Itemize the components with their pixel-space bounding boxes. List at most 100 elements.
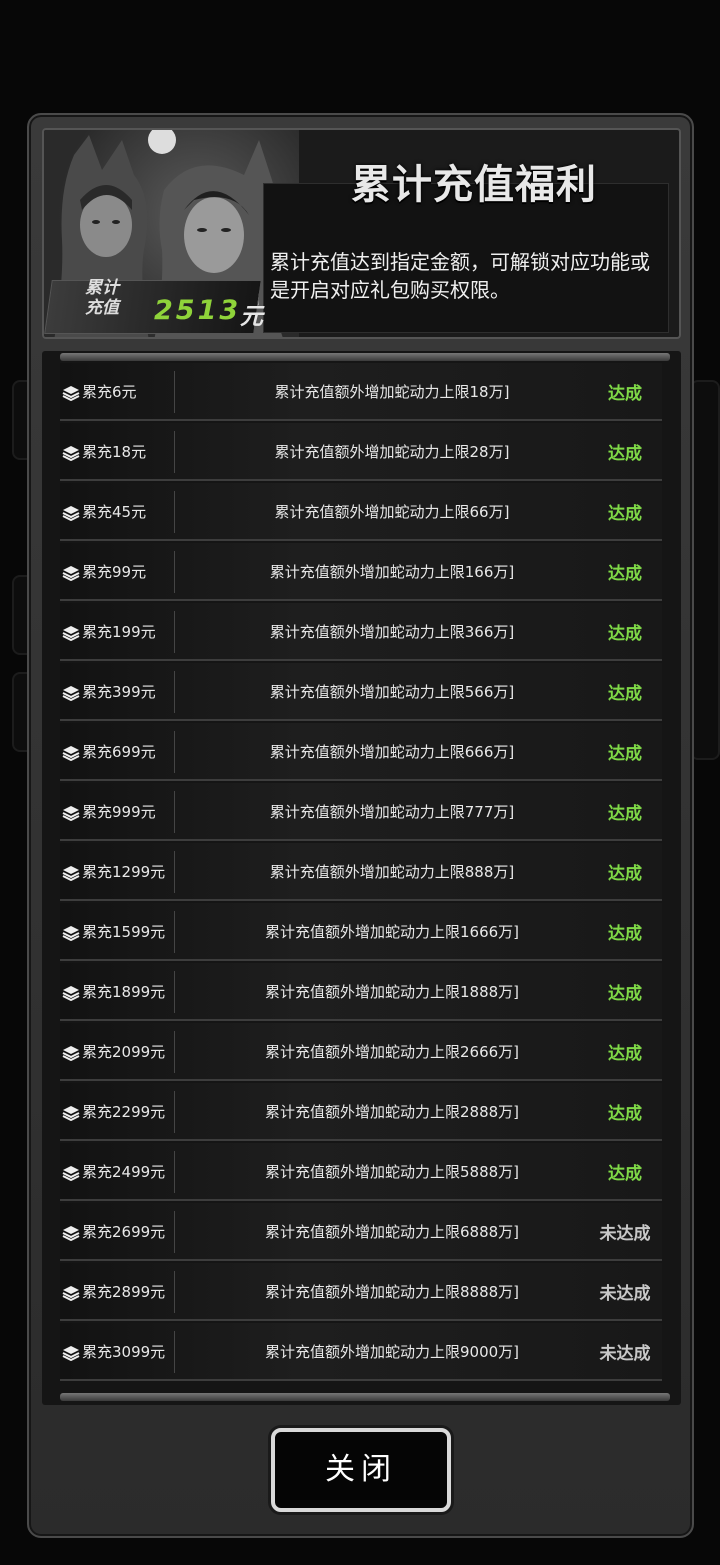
close-button[interactable]: 关闭 <box>271 1428 451 1512</box>
tier-reward: 累计充值额外增加蛇动力上限366万] <box>269 623 515 641</box>
tier-threshold: 累充399元 <box>82 683 156 701</box>
tier-threshold: 累充6元 <box>82 383 137 401</box>
page-title: 累计充值福利 <box>351 162 597 208</box>
tier-row: 累充199元 累计充值额外增加蛇动力上限366万] 达成 <box>60 603 662 661</box>
row-separator <box>174 1211 175 1253</box>
row-separator <box>174 551 175 593</box>
tier-reward: 累计充值额外增加蛇动力上限166万] <box>269 563 515 581</box>
tier-row: 累充2699元 累计充值额外增加蛇动力上限6888万] 未达成 <box>60 1203 662 1261</box>
tier-status: 达成 <box>608 504 642 524</box>
tier-status: 达成 <box>608 924 642 944</box>
tier-row: 累充2499元 累计充值额外增加蛇动力上限5888万] 达成 <box>60 1143 662 1201</box>
total-recharge-value: 2513 <box>154 295 242 326</box>
row-separator <box>174 791 175 833</box>
row-separator <box>174 671 175 713</box>
tier-reward: 累计充值额外增加蛇动力上限28万] <box>274 443 510 461</box>
tier-reward: 累计充值额外增加蛇动力上限2888万] <box>264 1103 520 1121</box>
tier-reward: 累计充值额外增加蛇动力上限66万] <box>274 503 510 521</box>
total-label-line1: 累计 <box>85 278 119 298</box>
tier-status: 达成 <box>608 684 642 704</box>
layers-icon <box>62 385 80 402</box>
tier-row: 累充6元 累计充值额外增加蛇动力上限18万] 达成 <box>60 363 662 421</box>
row-separator <box>174 1031 175 1073</box>
row-separator <box>174 611 175 653</box>
tier-reward: 累计充值额外增加蛇动力上限18万] <box>274 383 510 401</box>
tier-status: 达成 <box>608 624 642 644</box>
tier-threshold: 累充999元 <box>82 803 156 821</box>
layers-icon <box>62 805 80 822</box>
tier-status: 未达成 <box>599 1344 651 1364</box>
tier-threshold: 累充2099元 <box>82 1043 166 1061</box>
tier-threshold: 累充2299元 <box>82 1103 166 1121</box>
layers-icon <box>62 745 80 762</box>
tier-threshold: 累充1899元 <box>82 983 166 1001</box>
row-separator <box>174 971 175 1013</box>
layers-icon <box>62 865 80 882</box>
tier-reward: 累计充值额外增加蛇动力上限566万] <box>269 683 515 701</box>
tier-threshold: 累充3099元 <box>82 1343 166 1361</box>
tier-status: 达成 <box>608 804 642 824</box>
tier-reward: 累计充值额外增加蛇动力上限777万] <box>269 803 515 821</box>
tier-threshold: 累充199元 <box>82 623 156 641</box>
layers-icon <box>62 685 80 702</box>
layers-icon <box>62 925 80 942</box>
tier-reward: 累计充值额外增加蛇动力上限666万] <box>269 743 515 761</box>
layers-icon <box>62 1105 80 1122</box>
row-separator <box>174 1091 175 1133</box>
row-separator <box>174 731 175 773</box>
tier-status: 未达成 <box>599 1284 651 1304</box>
tier-row: 累充45元 累计充值额外增加蛇动力上限66万] 达成 <box>60 483 662 541</box>
total-recharge-label: 累计 充值 <box>66 278 138 318</box>
tier-reward: 累计充值额外增加蛇动力上限8888万] <box>264 1283 520 1301</box>
tier-threshold: 累充99元 <box>82 563 147 581</box>
tier-row: 累充1899元 累计充值额外增加蛇动力上限1888万] 达成 <box>60 963 662 1021</box>
tier-row: 累充2899元 累计充值额外增加蛇动力上限8888万] 未达成 <box>60 1263 662 1321</box>
tier-row: 累充2099元 累计充值额外增加蛇动力上限2666万] 达成 <box>60 1023 662 1081</box>
layers-icon <box>62 505 80 522</box>
tier-reward: 累计充值额外增加蛇动力上限888万] <box>269 863 515 881</box>
layers-icon <box>62 985 80 1002</box>
tier-threshold: 累充2899元 <box>82 1283 166 1301</box>
list-top-divider <box>60 353 670 361</box>
row-separator <box>174 491 175 533</box>
tier-threshold: 累充2499元 <box>82 1163 166 1181</box>
list-bottom-divider <box>60 1393 670 1401</box>
layers-icon <box>62 1225 80 1242</box>
tier-threshold: 累充1599元 <box>82 923 166 941</box>
tier-row: 累充18元 累计充值额外增加蛇动力上限28万] 达成 <box>60 423 662 481</box>
description-text: 累计充值达到指定金额，可解锁对应功能或是开启对应礼包购买权限。 <box>270 250 650 302</box>
row-separator <box>174 1271 175 1313</box>
tier-status: 达成 <box>608 864 642 884</box>
tier-reward: 累计充值额外增加蛇动力上限2666万] <box>264 1043 520 1061</box>
tier-status: 未达成 <box>599 1224 651 1244</box>
tier-threshold: 累充699元 <box>82 743 156 761</box>
tier-row: 累充999元 累计充值额外增加蛇动力上限777万] 达成 <box>60 783 662 841</box>
tier-status: 达成 <box>608 1104 642 1124</box>
layers-icon <box>62 1165 80 1182</box>
tier-status: 达成 <box>608 1044 642 1064</box>
dialog-header: 累计充值福利 累计充值达到指定金额，可解锁对应功能或是开启对应礼包购买权限。 累… <box>42 128 681 339</box>
tier-row: 累充1299元 累计充值额外增加蛇动力上限888万] 达成 <box>60 843 662 901</box>
row-separator <box>174 371 175 413</box>
total-recharge-unit: 元 <box>240 304 263 330</box>
tier-threshold: 累充1299元 <box>82 863 166 881</box>
layers-icon <box>62 1285 80 1302</box>
tier-status: 达成 <box>608 384 642 404</box>
row-separator <box>174 1331 175 1373</box>
row-separator <box>174 911 175 953</box>
layers-icon <box>62 625 80 642</box>
row-separator <box>174 851 175 893</box>
layers-icon <box>62 445 80 462</box>
layers-icon <box>62 1045 80 1062</box>
tier-reward: 累计充值额外增加蛇动力上限5888万] <box>264 1163 520 1181</box>
tier-threshold: 累充45元 <box>82 503 147 521</box>
tier-row: 累充3099元 累计充值额外增加蛇动力上限9000万] 未达成 <box>60 1323 662 1381</box>
tier-status: 达成 <box>608 984 642 1004</box>
tier-status: 达成 <box>608 744 642 764</box>
tier-status: 达成 <box>608 444 642 464</box>
tier-list[interactable]: 累充6元 累计充值额外增加蛇动力上限18万] 达成 累充18元 累计充值额外增加蛇动力上… <box>42 351 681 1405</box>
row-separator <box>174 1151 175 1193</box>
tier-status: 达成 <box>608 564 642 584</box>
tier-status: 达成 <box>608 1164 642 1184</box>
tier-reward: 累计充值额外增加蛇动力上限6888万] <box>264 1223 520 1241</box>
